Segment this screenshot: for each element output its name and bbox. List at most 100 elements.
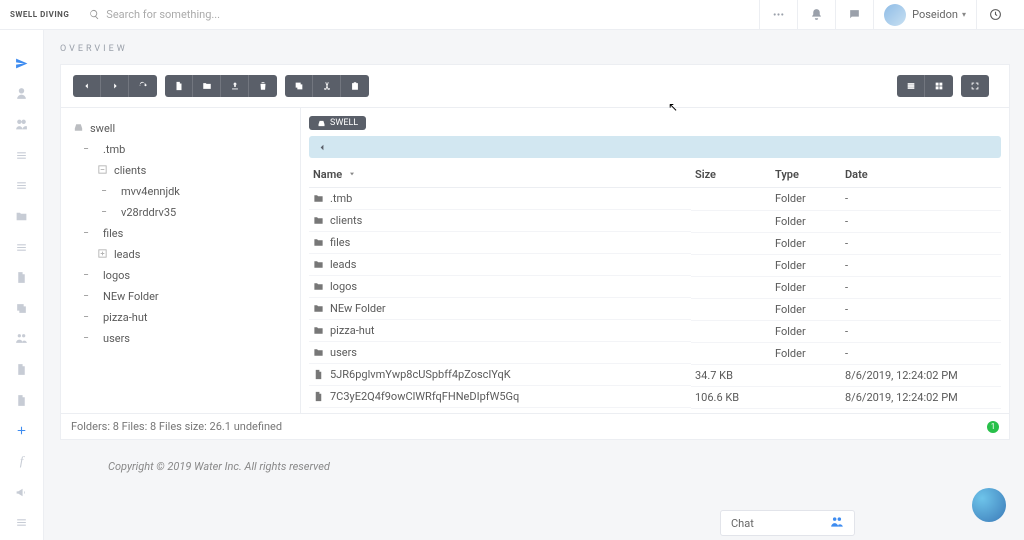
cell-size: [691, 342, 771, 364]
tree-node[interactable]: −.tmb: [67, 139, 294, 160]
tree-node[interactable]: −files: [67, 223, 294, 244]
nav-folder[interactable]: [0, 203, 44, 230]
activity-button[interactable]: [976, 0, 1014, 30]
tb-view-list-button[interactable]: [897, 75, 925, 97]
tb-fullscreen-button[interactable]: [961, 75, 989, 97]
tree-toggle[interactable]: −: [81, 291, 91, 302]
tree-node[interactable]: −users: [67, 328, 294, 349]
nav-f[interactable]: f: [0, 448, 44, 475]
tree-node[interactable]: −pizza-hut: [67, 307, 294, 328]
file-table-scroll[interactable]: Name Size Type Date .tmbFolder-clientsFo…: [309, 162, 1001, 413]
file-icon: [15, 271, 28, 284]
nav-file[interactable]: [0, 264, 44, 291]
nav-list2[interactable]: [0, 173, 44, 200]
col-size[interactable]: Size: [691, 162, 771, 188]
tree-root[interactable]: swell: [67, 118, 294, 139]
nav-chat[interactable]: [0, 326, 44, 353]
search-icon: [89, 9, 100, 20]
table-row[interactable]: .tmbFolder-: [309, 188, 1001, 211]
tb-view-grid-button[interactable]: [925, 75, 953, 97]
nav-users[interactable]: [0, 111, 44, 138]
search-input[interactable]: [106, 8, 326, 21]
folder-tree[interactable]: swell −.tmbclients − mvv4ennjdk − v28rddrv35…: [61, 108, 301, 413]
nav-user[interactable]: [0, 81, 44, 108]
help-fab[interactable]: [972, 488, 1006, 522]
nav-file2[interactable]: [0, 356, 44, 383]
notifications-button[interactable]: [797, 0, 835, 30]
tree-toggle[interactable]: −: [99, 207, 109, 218]
tree-node-label: mvv4ennjdk: [121, 185, 180, 198]
bullhorn-icon: [15, 486, 28, 499]
copy-icon: [294, 81, 304, 91]
breadcrumb-badge[interactable]: SWELL: [309, 116, 366, 130]
table-row[interactable]: NEw FolderFolder-: [309, 298, 1001, 320]
tree-node[interactable]: leads: [67, 244, 294, 265]
table-row[interactable]: pizza-hutFolder-: [309, 320, 1001, 342]
table-row[interactable]: clientsFolder-: [309, 210, 1001, 232]
tb-upload-button[interactable]: [221, 75, 249, 97]
tb-refresh-button[interactable]: [129, 75, 157, 97]
cell-name: 7C3yE2Q4f9owClWRfqFHNeDIpfW5Gq: [309, 386, 691, 408]
chat-icon: [15, 332, 28, 345]
tree-toggle[interactable]: −: [81, 228, 91, 239]
tb-back-button[interactable]: [73, 75, 101, 97]
paper-plane-icon: [15, 57, 28, 70]
table-row[interactable]: usersFolder-: [309, 342, 1001, 364]
nav-list[interactable]: [0, 142, 44, 169]
list-icon: [15, 149, 28, 162]
table-row[interactable]: 5JR6pglvmYwp8cUSpbff4pZoscIYqK34.7 KB8/6…: [309, 364, 1001, 386]
cell-date: -: [841, 320, 1001, 342]
main-area: OVERVIEW: [44, 30, 1024, 540]
go-up-bar[interactable]: [309, 136, 1001, 158]
chat-widget[interactable]: Chat: [720, 510, 855, 536]
tb-newfile-button[interactable]: [165, 75, 193, 97]
rows-icon: [906, 81, 916, 91]
nav-add[interactable]: [0, 418, 44, 445]
messages-button[interactable]: [835, 0, 873, 30]
col-name[interactable]: Name: [309, 162, 691, 188]
tree-toggle[interactable]: −: [81, 270, 91, 281]
tree-node-label: v28rddrv35: [121, 206, 176, 219]
col-date[interactable]: Date: [841, 162, 1001, 188]
nav-list3[interactable]: [0, 234, 44, 261]
tree-toggle[interactable]: −: [81, 312, 91, 323]
folder-icon: [202, 81, 212, 91]
global-search[interactable]: [89, 8, 759, 21]
clock-icon: [989, 8, 1002, 21]
nav-announce[interactable]: [0, 479, 44, 506]
table-row[interactable]: 7C3yE2Q4f9owClWRfqFHNeDIpfW5Gq106.6 KB8/…: [309, 386, 1001, 408]
tb-newfolder-button[interactable]: [193, 75, 221, 97]
status-badge[interactable]: 1: [987, 421, 999, 433]
refresh-icon: [138, 81, 148, 91]
tree-node[interactable]: −logos: [67, 265, 294, 286]
tree-node-label: leads: [114, 248, 140, 261]
folder-icon: [313, 259, 324, 270]
tree-toggle[interactable]: −: [99, 186, 109, 197]
trash-icon: [258, 81, 268, 91]
table-row[interactable]: filesFolder-: [309, 232, 1001, 254]
cell-name: crTxIGJevEKePwxYGI2qvNcu5vumtP: [309, 408, 691, 413]
cell-date: 8/6/2019, 12:24:02 PM: [841, 408, 1001, 413]
tb-cut-button[interactable]: [313, 75, 341, 97]
tb-copy-button[interactable]: [285, 75, 313, 97]
tree-node[interactable]: − mvv4ennjdk: [67, 181, 294, 202]
tree-toggle[interactable]: −: [81, 333, 91, 344]
table-row[interactable]: logosFolder-: [309, 276, 1001, 298]
tree-toggle[interactable]: −: [81, 144, 91, 155]
nav-send[interactable]: [0, 50, 44, 77]
more-button[interactable]: [759, 0, 797, 30]
hdd-icon: [73, 122, 84, 136]
tb-paste-button[interactable]: [341, 75, 369, 97]
table-row[interactable]: leadsFolder-: [309, 254, 1001, 276]
tree-node[interactable]: clients: [67, 160, 294, 181]
nav-list4[interactable]: [0, 509, 44, 536]
col-type[interactable]: Type: [771, 162, 841, 188]
table-row[interactable]: crTxIGJevEKePwxYGI2qvNcu5vumtP162.8 KB8/…: [309, 408, 1001, 413]
nav-copy[interactable]: [0, 295, 44, 322]
tb-forward-button[interactable]: [101, 75, 129, 97]
user-menu[interactable]: Poseidon ▾: [873, 0, 976, 30]
nav-file3[interactable]: [0, 387, 44, 414]
tb-delete-button[interactable]: [249, 75, 277, 97]
tree-node[interactable]: − v28rddrv35: [67, 202, 294, 223]
tree-node[interactable]: −NEw Folder: [67, 286, 294, 307]
